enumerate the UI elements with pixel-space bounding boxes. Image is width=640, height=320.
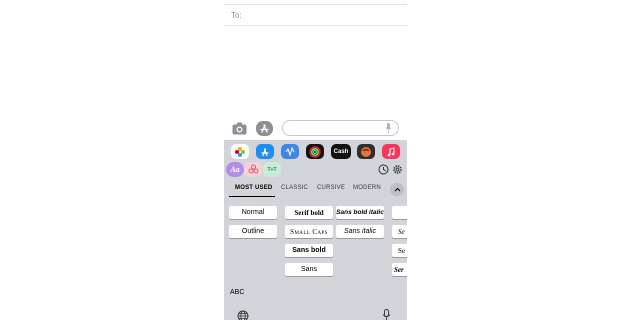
clock-icon[interactable] (378, 164, 389, 175)
font-small-caps-label: Small Caps (290, 227, 328, 236)
compose-bar (224, 118, 407, 140)
font-partial-key-2[interactable]: Se (392, 225, 407, 238)
font-sans-bold-key[interactable]: Sans bold (285, 244, 333, 257)
font-partial-label-2: Se (398, 227, 405, 236)
font-normal-key[interactable]: Normal (229, 206, 277, 219)
font-small-caps-key[interactable]: Small Caps (285, 225, 333, 238)
audio-message-icon[interactable] (281, 144, 299, 159)
photos-flower-icon (235, 146, 245, 157)
font-sans-key[interactable]: Sans (285, 263, 333, 276)
music-app-icon[interactable] (382, 144, 400, 159)
gear-icon[interactable] (392, 164, 403, 175)
tab-cursive[interactable]: CURSIVE (317, 185, 345, 191)
font-sans-label: Sans (301, 266, 317, 273)
to-field[interactable]: To: (224, 4, 407, 26)
microphone-icon[interactable] (382, 309, 391, 320)
tab-modern[interactable]: MODERN (353, 185, 381, 191)
text-app-icon[interactable]: T+T (263, 162, 281, 177)
font-normal-label: Normal (241, 209, 265, 216)
imessage-app-drawer: Cash (224, 144, 407, 160)
memoji-icon[interactable] (357, 144, 375, 159)
font-sans-italic-label: Sans italic (344, 228, 376, 235)
app-store-a-icon (261, 147, 269, 156)
text-app-label: T+T (267, 166, 277, 173)
font-sans-italic-key[interactable]: Sans italic (336, 225, 384, 238)
activity-rings-icon (309, 145, 321, 158)
tab-classic[interactable]: CLASSIC (281, 185, 308, 191)
memoji-face-icon (361, 146, 371, 157)
font-category-tabs: MOST USED CLASSIC CURSIVE MODERN (224, 182, 407, 198)
app-store-compose-icon[interactable] (256, 121, 273, 136)
fonts-keyboard: Cash Aa T+T MOST USED CLASSIC CURSIVE MO… (224, 140, 407, 320)
fonts-app-icon[interactable]: Aa (226, 162, 244, 177)
active-tab-underline (229, 196, 275, 197)
waveform-icon (285, 146, 295, 157)
font-serif-bold-key[interactable]: Serif bold (285, 206, 333, 219)
music-note-icon (387, 146, 395, 156)
messages-screen: To: Cash Aa T+T MOST USED CLASSIC CURSIV… (224, 0, 407, 320)
to-label: To: (231, 11, 242, 20)
apple-cash-icon[interactable]: Cash (331, 144, 351, 159)
collapse-button[interactable] (390, 183, 404, 196)
font-partial-key-4[interactable]: Ser (392, 263, 407, 276)
globe-icon[interactable] (237, 310, 249, 320)
font-sans-bold-italic-key[interactable]: Sans bold italic (336, 206, 384, 219)
font-sans-bold-label: Sans bold (292, 247, 326, 254)
apple-cash-label: Cash (333, 148, 349, 155)
dictation-icon[interactable] (385, 123, 392, 133)
font-outline-label: Outline (241, 228, 265, 235)
photos-app-icon[interactable] (231, 144, 249, 159)
tab-most-used[interactable]: MOST USED (235, 185, 272, 191)
imessage-app-drawer-row2: Aa T+T (224, 162, 407, 178)
chevron-up-icon (394, 187, 400, 192)
abc-key[interactable]: ABC (230, 289, 244, 296)
font-outline-key[interactable]: Outline (229, 225, 277, 238)
fitness-icon[interactable] (306, 144, 324, 159)
font-partial-label-3: Se (398, 246, 405, 255)
message-input[interactable] (282, 120, 399, 136)
font-partial-key-3[interactable]: Se (392, 244, 407, 257)
app-store-icon[interactable] (256, 144, 274, 159)
font-sans-bold-italic-label: Sans bold italic (336, 209, 384, 216)
fonts-app-label: Aa (230, 165, 240, 174)
flower-icon (248, 164, 258, 174)
camera-icon[interactable] (232, 122, 247, 135)
font-serif-bold-label: Serif bold (294, 208, 324, 217)
font-partial-label-4: Ser (394, 265, 404, 274)
font-partial-key-1[interactable] (392, 206, 407, 219)
flower-app-icon[interactable] (244, 162, 262, 177)
